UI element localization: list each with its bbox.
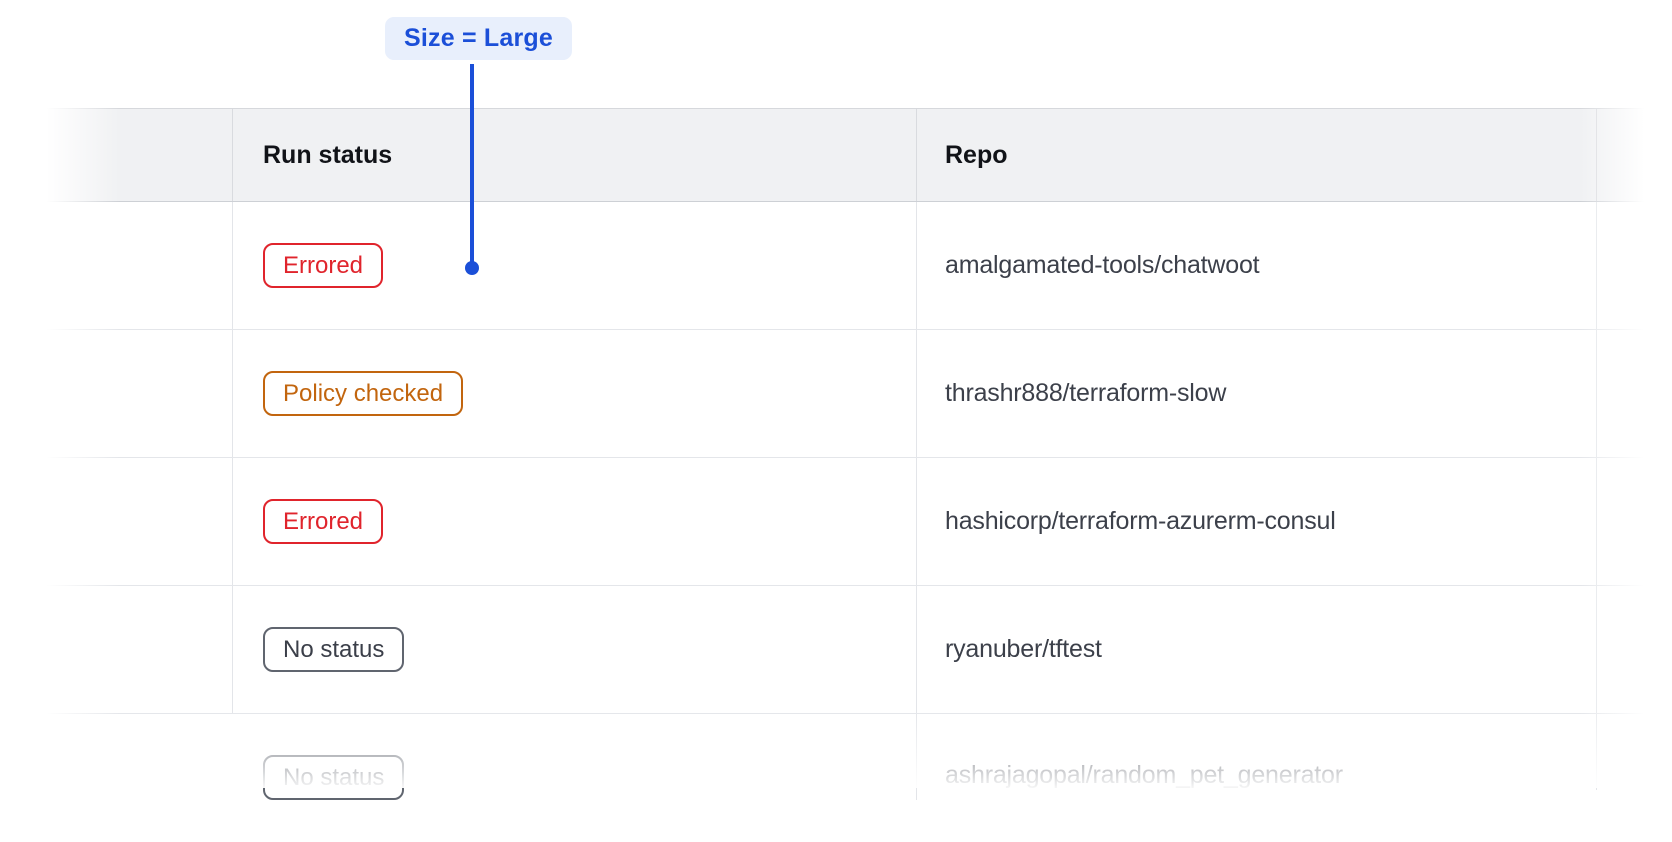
table-header-row: Run status Repo: [45, 108, 1672, 202]
status-badge: No status: [263, 627, 404, 672]
column-header-trail: [1597, 109, 1672, 201]
status-badge: Errored: [263, 243, 383, 288]
screenshot-root: Size = Large Run status Repo Errored ama…: [0, 0, 1672, 788]
repo-cell: ryanuber/tftest: [917, 586, 1597, 713]
workspaces-table: Run status Repo Errored amalgamated-tool…: [45, 108, 1672, 842]
trail-cell: [1597, 586, 1672, 713]
run-status-cell: No status: [233, 714, 917, 800]
status-badge: Policy checked: [263, 371, 463, 416]
repo-cell: ashrajagopal/random_pet_generator: [917, 714, 1597, 790]
status-badge: No status: [263, 755, 404, 800]
repo-cell: thrashr888/terraform-slow: [917, 330, 1597, 457]
column-header-repo: Repo: [917, 109, 1597, 201]
run-status-cell: Errored: [233, 202, 917, 329]
lead-cell: [45, 586, 233, 713]
repo-cell: amalgamated-tools/chatwoot: [917, 202, 1597, 329]
run-status-cell: Errored: [233, 458, 917, 585]
table-row: Errored amalgamated-tools/chatwoot: [45, 202, 1672, 330]
repo-name: hashicorp/terraform-azurerm-consul: [945, 507, 1336, 536]
run-status-cell: No status: [233, 586, 917, 713]
lead-cell: [45, 330, 233, 457]
annotation-connector-dot: [465, 261, 479, 275]
column-header-lead: [45, 109, 233, 201]
table-row: No status ryanuber/tftest: [45, 586, 1672, 714]
trail-cell: [1597, 330, 1672, 457]
annotation-label: Size = Large: [385, 17, 572, 60]
status-badge: Errored: [263, 499, 383, 544]
table-row: Policy checked thrashr888/terraform-slow: [45, 330, 1672, 458]
repo-name: thrashr888/terraform-slow: [945, 379, 1226, 408]
annotation-connector-line: [470, 64, 474, 262]
repo-name: amalgamated-tools/chatwoot: [945, 251, 1259, 280]
lead-cell: [45, 458, 233, 585]
column-header-run-status: Run status: [233, 109, 917, 201]
lead-cell: [45, 202, 233, 329]
trail-cell: [1597, 202, 1672, 329]
repo-name: ryanuber/tftest: [945, 635, 1102, 664]
repo-name: ashrajagopal/random_pet_generator: [945, 761, 1343, 790]
repo-cell: hashicorp/terraform-azurerm-consul: [917, 458, 1597, 585]
trail-cell: [1597, 458, 1672, 585]
table-row: No status ashrajagopal/random_pet_genera…: [45, 714, 1672, 842]
table-row: Errored hashicorp/terraform-azurerm-cons…: [45, 458, 1672, 586]
run-status-cell: Policy checked: [233, 330, 917, 457]
